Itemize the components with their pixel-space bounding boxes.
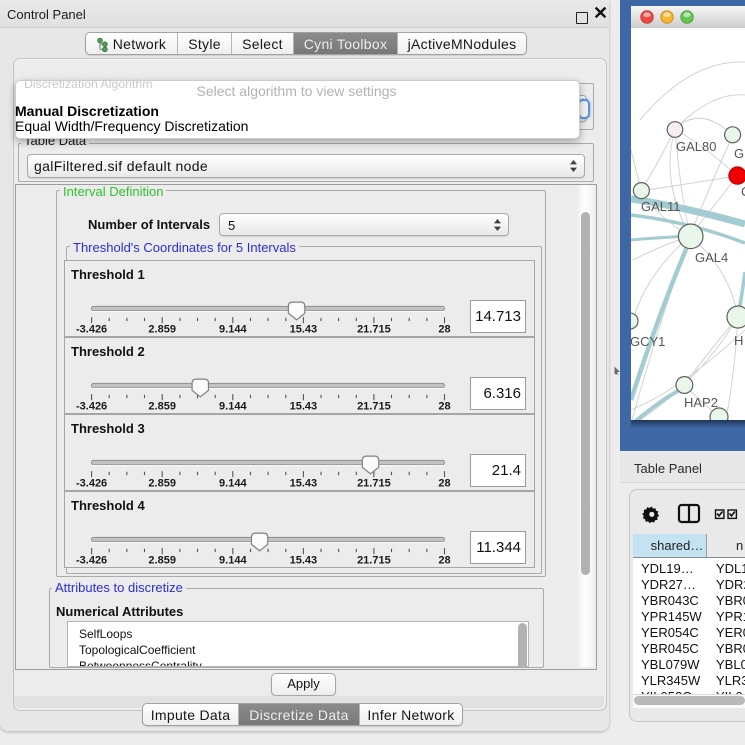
svg-text:9.144: 9.144: [219, 555, 247, 567]
svg-text:28: 28: [438, 324, 450, 336]
svg-text:2.859: 2.859: [148, 478, 176, 490]
svg-text:GAL80: GAL80: [676, 139, 716, 154]
svg-text:GAL4: GAL4: [695, 250, 728, 265]
svg-text:9.144: 9.144: [219, 324, 247, 336]
svg-text:21.715: 21.715: [357, 478, 391, 490]
svg-text:-3.426: -3.426: [76, 324, 107, 336]
svg-text:28: 28: [438, 555, 450, 567]
svg-text:28: 28: [438, 478, 450, 490]
svg-text:15.43: 15.43: [290, 555, 318, 567]
svg-text:G.: G.: [734, 146, 745, 161]
svg-text:21.715: 21.715: [357, 555, 391, 567]
svg-text:2.859: 2.859: [148, 401, 176, 413]
svg-text:HAP2: HAP2: [684, 395, 718, 410]
svg-text:-3.426: -3.426: [76, 401, 107, 413]
svg-text:2.859: 2.859: [148, 324, 176, 336]
svg-text:15.43: 15.43: [290, 324, 318, 336]
svg-text:21.715: 21.715: [357, 401, 391, 413]
svg-text:-3.426: -3.426: [76, 555, 107, 567]
svg-text:H: H: [734, 333, 743, 348]
svg-text:GCY1: GCY1: [631, 334, 665, 349]
svg-text:9.144: 9.144: [219, 401, 247, 413]
svg-text:15.43: 15.43: [290, 478, 318, 490]
svg-text:21.715: 21.715: [357, 324, 391, 336]
svg-text:15.43: 15.43: [290, 401, 318, 413]
svg-text:28: 28: [438, 401, 450, 413]
svg-text:C: C: [741, 184, 745, 199]
svg-text:GAL11: GAL11: [641, 199, 681, 214]
svg-text:9.144: 9.144: [219, 478, 247, 490]
svg-text:2.859: 2.859: [148, 555, 176, 567]
svg-text:-3.426: -3.426: [76, 478, 107, 490]
